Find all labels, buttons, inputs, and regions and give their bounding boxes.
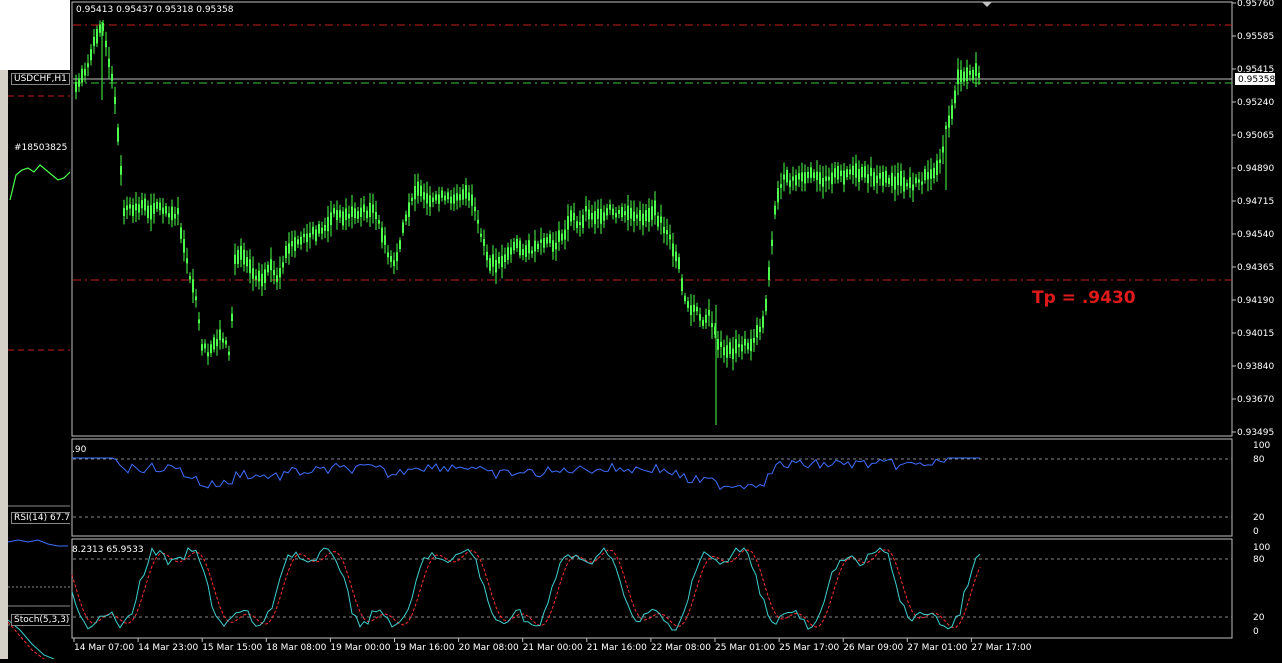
rsi-panel-border [71,438,1233,537]
time-axis-label: 21 Mar 16:00 [587,643,647,653]
price-axis-label: 0.93670 [1237,395,1274,405]
price-candles [75,20,980,425]
stoch-main-line [71,547,981,631]
price-axis-label: 0.95760 [1237,0,1274,9]
rsi-line [72,457,980,491]
stoch-axis-80: 80 [1253,555,1265,565]
stoch-axis-0: 0 [1253,627,1259,637]
current-price-label: 0.95358 [1238,75,1275,85]
time-axis-label: 26 Mar 09:00 [843,643,903,653]
blank-panel [0,0,72,70]
price-axis-label: 0.94015 [1237,329,1274,339]
price-axis-label: 0.95065 [1237,131,1274,141]
price-axis-label: 0.94365 [1237,263,1274,273]
time-axis-label: 19 Mar 00:00 [330,643,390,653]
time-axis-label: 14 Mar 23:00 [138,643,198,653]
ohlc-readout: 0.95413 0.95437 0.95318 0.95358 [76,5,234,15]
time-axis-label: 25 Mar 17:00 [779,643,839,653]
price-axis: 0.957600.955850.954150.952400.950650.948… [1232,0,1274,438]
time-axis-label: 20 Mar 08:00 [459,643,519,653]
stoch-panel-border [71,538,1233,639]
time-axis-label: 27 Mar 01:00 [907,643,967,653]
time-axis-label: 15 Mar 15:00 [202,643,262,653]
order-ticket-label: #18503825 s [14,143,75,153]
rsi-readout: .90 [72,445,87,455]
time-axis-label: 22 Mar 08:00 [651,643,711,653]
time-axis-label: 27 Mar 17:00 [971,643,1031,653]
stoch-axis: 100 80 20 0 [1253,543,1270,637]
stoch-axis-20: 20 [1253,613,1265,623]
background-chart-canvas [7,95,72,660]
time-axis-label: 21 Mar 00:00 [523,643,583,653]
price-axis-label: 0.95240 [1237,98,1274,108]
price-axis-label: 0.93495 [1237,428,1274,438]
chart-window[interactable]: 0.95413 0.95437 0.95318 0.95358 Tp = .94… [70,0,1282,659]
time-axis: 14 Mar 07:00 14 Mar 23:00 15 Mar 15:00 18 M… [73,638,1032,653]
background-chart-window[interactable] [7,70,72,660]
background-rsi-label: RSI(14) 67.71 [11,512,79,524]
price-axis-label: 0.94190 [1237,296,1274,306]
stoch-axis-100: 100 [1253,543,1270,553]
background-symbol-label: USDCHF,H1 [11,73,70,85]
rsi-axis: 100 80 20 0 [1253,441,1270,537]
price-axis-label: 0.95585 [1237,32,1274,42]
stoch-readout: 8.2313 65.9533 [72,545,144,555]
rsi-axis-80: 80 [1253,455,1265,465]
tp-annotation[interactable]: Tp = .9430 [1032,288,1136,308]
time-axis-label: 14 Mar 07:00 [74,643,134,653]
time-axis-label: 19 Mar 16:00 [395,643,455,653]
time-axis-label: 18 Mar 08:00 [266,643,326,653]
price-axis-label: 0.94715 [1237,197,1274,207]
rsi-axis-0: 0 [1253,527,1259,537]
price-axis-label: 0.94890 [1237,164,1274,174]
time-axis-label: 25 Mar 01:00 [715,643,775,653]
price-axis-label: 0.93840 [1237,362,1274,372]
rsi-axis-100: 100 [1253,441,1270,451]
chart-shift-marker[interactable] [982,2,992,7]
price-axis-label: 0.94540 [1237,230,1274,240]
rsi-axis-20: 20 [1253,513,1265,523]
chart-canvas[interactable]: 0.95413 0.95437 0.95318 0.95358 Tp = .94… [70,0,1282,659]
